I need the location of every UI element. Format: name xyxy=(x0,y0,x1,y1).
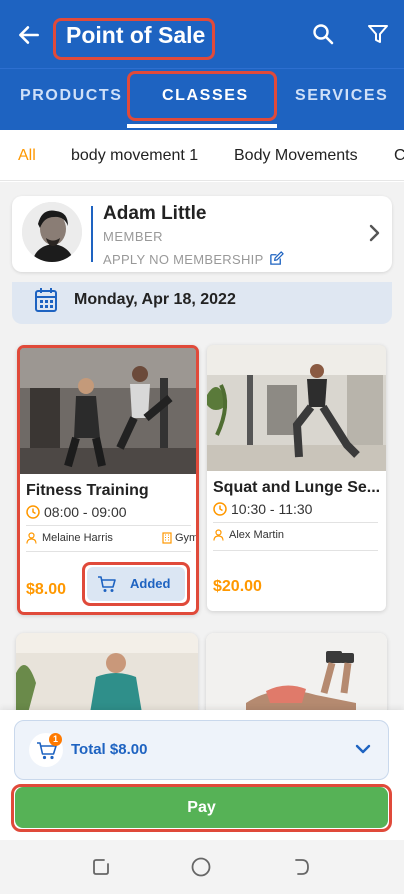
class-price: $20.00 xyxy=(213,578,262,595)
category-all[interactable]: All xyxy=(18,147,36,165)
recent-apps-icon[interactable] xyxy=(92,858,110,876)
class-photo xyxy=(16,633,198,713)
category-body-movement-1[interactable]: body movement 1 xyxy=(71,147,198,165)
system-nav-bar xyxy=(0,840,404,894)
search-icon[interactable] xyxy=(311,22,335,46)
class-time: 08:00 - 09:00 xyxy=(44,504,127,520)
building-icon xyxy=(162,532,172,544)
apply-membership-label: APPLY NO MEMBERSHIP xyxy=(103,252,264,267)
cart-total-bar[interactable]: 1 Total $8.00 xyxy=(14,720,389,780)
member-role: MEMBER xyxy=(103,229,164,244)
class-card[interactable] xyxy=(16,633,198,713)
divider xyxy=(213,522,378,523)
filter-icon[interactable] xyxy=(366,22,390,46)
cart-total: Total $8.00 xyxy=(71,741,148,758)
active-tab-indicator xyxy=(127,124,277,128)
pay-button[interactable]: Pay xyxy=(15,787,388,828)
home-icon[interactable] xyxy=(190,856,212,878)
selected-date: Monday, Apr 18, 2022 xyxy=(74,291,236,308)
divider xyxy=(26,551,191,552)
person-icon xyxy=(26,532,37,544)
class-photo xyxy=(20,348,196,474)
tab-services[interactable]: SERVICES xyxy=(295,87,388,105)
trainer-name: Alex Martin xyxy=(229,529,285,541)
class-time: 10:30 - 11:30 xyxy=(231,501,313,517)
category-more[interactable]: C xyxy=(394,147,404,165)
chevron-right-icon[interactable] xyxy=(365,222,383,244)
avatar xyxy=(22,202,82,262)
person-icon xyxy=(213,529,224,541)
class-card[interactable]: Squat and Lunge Se... 10:30 - 11:30 Alex… xyxy=(207,345,386,611)
class-name: Squat and Lunge Se... xyxy=(213,479,381,496)
class-price: $8.00 xyxy=(26,581,67,598)
clock-icon xyxy=(213,502,227,516)
class-card[interactable] xyxy=(206,633,387,713)
divider xyxy=(26,525,191,526)
tab-classes-highlight xyxy=(127,71,277,121)
class-name: Fitness Training xyxy=(26,482,149,499)
class-photo xyxy=(207,345,386,471)
class-photo xyxy=(206,633,387,713)
chevron-down-icon[interactable] xyxy=(355,743,371,755)
cart-count-badge: 1 xyxy=(49,733,62,746)
category-filter-row: All body movement 1 Body Movements C xyxy=(0,131,404,181)
cart-icon xyxy=(98,576,116,592)
location-name: Gym xyxy=(175,532,199,544)
added-to-cart-button[interactable]: Added xyxy=(87,567,185,601)
added-label: Added xyxy=(130,576,171,591)
member-name: Adam Little xyxy=(103,203,207,224)
back-nav-icon[interactable] xyxy=(292,858,310,876)
clock-icon xyxy=(26,505,40,519)
divider xyxy=(213,550,378,551)
tab-products[interactable]: PRODUCTS xyxy=(20,87,123,105)
divider xyxy=(91,206,93,262)
trainer-name: Melaine Harris xyxy=(42,532,113,544)
arrow-left-icon[interactable] xyxy=(16,22,42,48)
date-bar[interactable]: Monday, Apr 18, 2022 xyxy=(12,282,392,324)
member-card[interactable]: Adam Little MEMBER APPLY NO MEMBERSHIP xyxy=(12,196,392,272)
calendar-icon xyxy=(35,288,57,312)
category-body-movements[interactable]: Body Movements xyxy=(234,147,358,165)
edit-icon[interactable] xyxy=(269,251,284,266)
page-title: Point of Sale xyxy=(66,22,206,48)
